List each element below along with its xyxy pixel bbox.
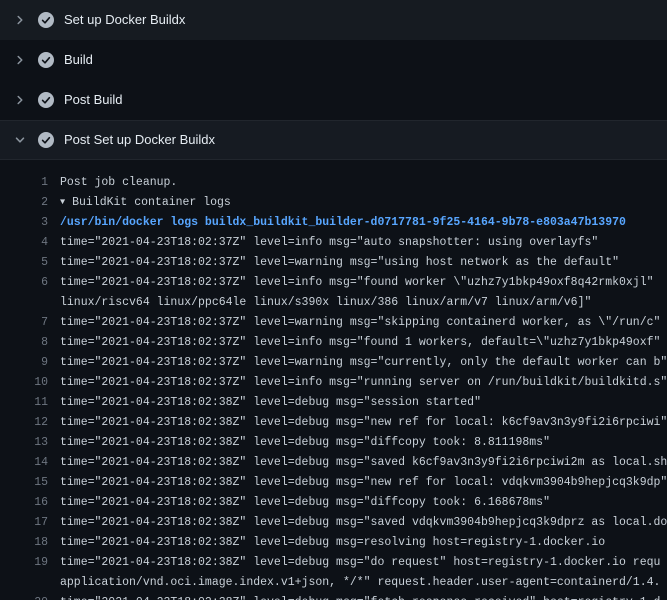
log-line-number[interactable]: 1 bbox=[0, 173, 48, 193]
log-line-number[interactable]: 4 bbox=[0, 233, 48, 253]
log-line-text: time="2021-04-23T18:02:37Z" level=warnin… bbox=[48, 313, 667, 333]
chevron-right-icon bbox=[12, 12, 28, 28]
log-line-number bbox=[0, 573, 48, 593]
log-line-number[interactable]: 19 bbox=[0, 553, 48, 573]
log-line: 12 time="2021-04-23T18:02:38Z" level=deb… bbox=[0, 413, 667, 433]
log-line-number[interactable]: 17 bbox=[0, 513, 48, 533]
log-line: 18 time="2021-04-23T18:02:38Z" level=deb… bbox=[0, 533, 667, 553]
log-line-number[interactable]: 20 bbox=[0, 593, 48, 600]
log-line-number[interactable]: 11 bbox=[0, 393, 48, 413]
log-line-number[interactable]: 10 bbox=[0, 373, 48, 393]
check-circle-icon bbox=[38, 12, 54, 28]
log-line: 8 time="2021-04-23T18:02:37Z" level=info… bbox=[0, 333, 667, 353]
log-line-text: time="2021-04-23T18:02:38Z" level=debug … bbox=[48, 393, 667, 413]
log-line: 20 time="2021-04-23T18:02:38Z" level=deb… bbox=[0, 593, 667, 600]
log-line-number[interactable]: 16 bbox=[0, 493, 48, 513]
log-line: 9 time="2021-04-23T18:02:37Z" level=warn… bbox=[0, 353, 667, 373]
log-line: 6 time="2021-04-23T18:02:37Z" level=info… bbox=[0, 273, 667, 293]
log-line: 3 /usr/bin/docker logs buildx_buildkit_b… bbox=[0, 213, 667, 233]
log-line-text: time="2021-04-23T18:02:37Z" level=warnin… bbox=[48, 353, 667, 373]
log-line-text: Post job cleanup. bbox=[48, 173, 667, 193]
log-line-text: time="2021-04-23T18:02:38Z" level=debug … bbox=[48, 593, 667, 600]
step-header-post-set-up-docker-buildx[interactable]: Post Set up Docker Buildx bbox=[0, 120, 667, 160]
check-circle-icon bbox=[38, 52, 54, 68]
log-line: 15 time="2021-04-23T18:02:38Z" level=deb… bbox=[0, 473, 667, 493]
log-line-number[interactable]: 5 bbox=[0, 253, 48, 273]
step-label: Post Set up Docker Buildx bbox=[64, 132, 215, 148]
log-line-text: /usr/bin/docker logs buildx_buildkit_bui… bbox=[48, 213, 667, 233]
log-line-text: time="2021-04-23T18:02:37Z" level=info m… bbox=[48, 333, 667, 353]
log-line-number[interactable]: 6 bbox=[0, 273, 48, 293]
check-circle-icon bbox=[38, 92, 54, 108]
log-line-text: time="2021-04-23T18:02:38Z" level=debug … bbox=[48, 553, 667, 573]
log-line-number[interactable]: 14 bbox=[0, 453, 48, 473]
log-line-continuation: linux/riscv64 linux/ppc64le linux/s390x … bbox=[0, 293, 667, 313]
log-line[interactable]: 2 ▼BuildKit container logs bbox=[0, 193, 667, 213]
log-line-number[interactable]: 9 bbox=[0, 353, 48, 373]
log-line: 17 time="2021-04-23T18:02:38Z" level=deb… bbox=[0, 513, 667, 533]
log-line-text: linux/riscv64 linux/ppc64le linux/s390x … bbox=[48, 293, 667, 313]
step-header-build[interactable]: Build bbox=[0, 40, 667, 80]
log-line: 14 time="2021-04-23T18:02:38Z" level=deb… bbox=[0, 453, 667, 473]
step-label: Build bbox=[64, 52, 93, 68]
log-line-number[interactable]: 12 bbox=[0, 413, 48, 433]
log-line: 19 time="2021-04-23T18:02:38Z" level=deb… bbox=[0, 553, 667, 573]
log-line-text: time="2021-04-23T18:02:38Z" level=debug … bbox=[48, 533, 667, 553]
log-line-text: time="2021-04-23T18:02:37Z" level=info m… bbox=[48, 233, 667, 253]
chevron-right-icon bbox=[12, 52, 28, 68]
log-line-text: time="2021-04-23T18:02:38Z" level=debug … bbox=[48, 453, 667, 473]
steps-list: Set up Docker Buildx Build P bbox=[0, 0, 667, 160]
log-line-text: time="2021-04-23T18:02:37Z" level=info m… bbox=[48, 273, 667, 293]
log-viewer: 1 Post job cleanup. 2 ▼BuildKit containe… bbox=[0, 160, 667, 600]
log-line-number[interactable]: 18 bbox=[0, 533, 48, 553]
log-line: 13 time="2021-04-23T18:02:38Z" level=deb… bbox=[0, 433, 667, 453]
log-line-number[interactable]: 2 bbox=[0, 193, 48, 213]
step-header-set-up-docker-buildx[interactable]: Set up Docker Buildx bbox=[0, 0, 667, 40]
log-line-number[interactable]: 8 bbox=[0, 333, 48, 353]
step-header-post-build[interactable]: Post Build bbox=[0, 80, 667, 120]
log-line-text: time="2021-04-23T18:02:38Z" level=debug … bbox=[48, 493, 667, 513]
log-line-number[interactable]: 7 bbox=[0, 313, 48, 333]
log-line: 4 time="2021-04-23T18:02:37Z" level=info… bbox=[0, 233, 667, 253]
log-line: 11 time="2021-04-23T18:02:38Z" level=deb… bbox=[0, 393, 667, 413]
log-line: 5 time="2021-04-23T18:02:37Z" level=warn… bbox=[0, 253, 667, 273]
log-line-continuation: application/vnd.oci.image.index.v1+json,… bbox=[0, 573, 667, 593]
step-label: Set up Docker Buildx bbox=[64, 12, 185, 28]
log-line-text: time="2021-04-23T18:02:38Z" level=debug … bbox=[48, 513, 667, 533]
log-line: 10 time="2021-04-23T18:02:37Z" level=inf… bbox=[0, 373, 667, 393]
log-line: 1 Post job cleanup. bbox=[0, 173, 667, 193]
log-line-text: time="2021-04-23T18:02:37Z" level=warnin… bbox=[48, 253, 667, 273]
step-label: Post Build bbox=[64, 92, 123, 108]
log-line-text: application/vnd.oci.image.index.v1+json,… bbox=[48, 573, 667, 593]
log-line: 7 time="2021-04-23T18:02:37Z" level=warn… bbox=[0, 313, 667, 333]
log-line-number[interactable]: 13 bbox=[0, 433, 48, 453]
log-line-number[interactable]: 15 bbox=[0, 473, 48, 493]
log-line-number bbox=[0, 293, 48, 313]
log-line-text: time="2021-04-23T18:02:37Z" level=info m… bbox=[48, 373, 667, 393]
log-line-text: time="2021-04-23T18:02:38Z" level=debug … bbox=[48, 433, 667, 453]
check-circle-icon bbox=[38, 132, 54, 148]
log-line-text: time="2021-04-23T18:02:38Z" level=debug … bbox=[48, 413, 667, 433]
log-line-number[interactable]: 3 bbox=[0, 213, 48, 233]
log-line: 16 time="2021-04-23T18:02:38Z" level=deb… bbox=[0, 493, 667, 513]
group-toggle-icon[interactable]: ▼ bbox=[60, 193, 65, 212]
log-line-text: time="2021-04-23T18:02:38Z" level=debug … bbox=[48, 473, 667, 493]
log-line-text: ▼BuildKit container logs bbox=[48, 193, 667, 213]
chevron-right-icon bbox=[12, 92, 28, 108]
chevron-down-icon bbox=[12, 132, 28, 148]
